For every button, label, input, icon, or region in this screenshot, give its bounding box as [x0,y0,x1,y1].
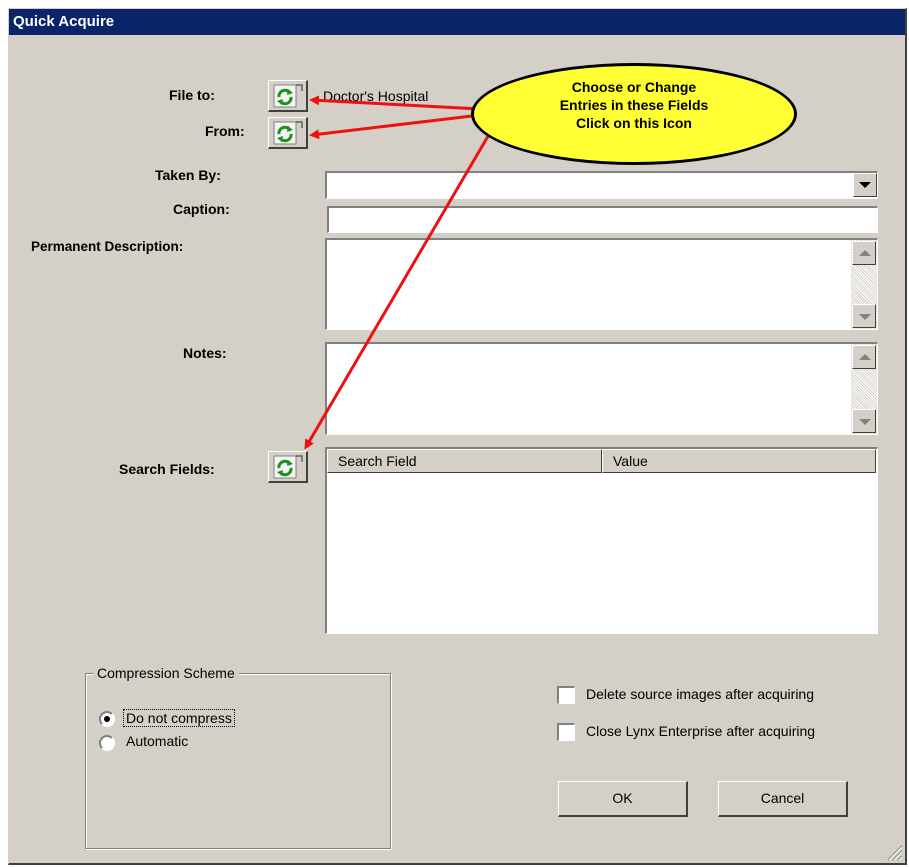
arrow-to-from [309,111,498,140]
quick-acquire-dialog: Quick Acquire File to: Doctor's Hospital… [8,8,907,865]
arrow-to-search-fields [304,113,503,450]
callout-bubble: Choose or Change Entries in these Fields… [471,63,797,165]
callout-line-1: Choose or Change [571,79,697,95]
callout-line-3: Click on this Icon [576,115,692,131]
callout-line-2: Entries in these Fields [559,97,709,113]
